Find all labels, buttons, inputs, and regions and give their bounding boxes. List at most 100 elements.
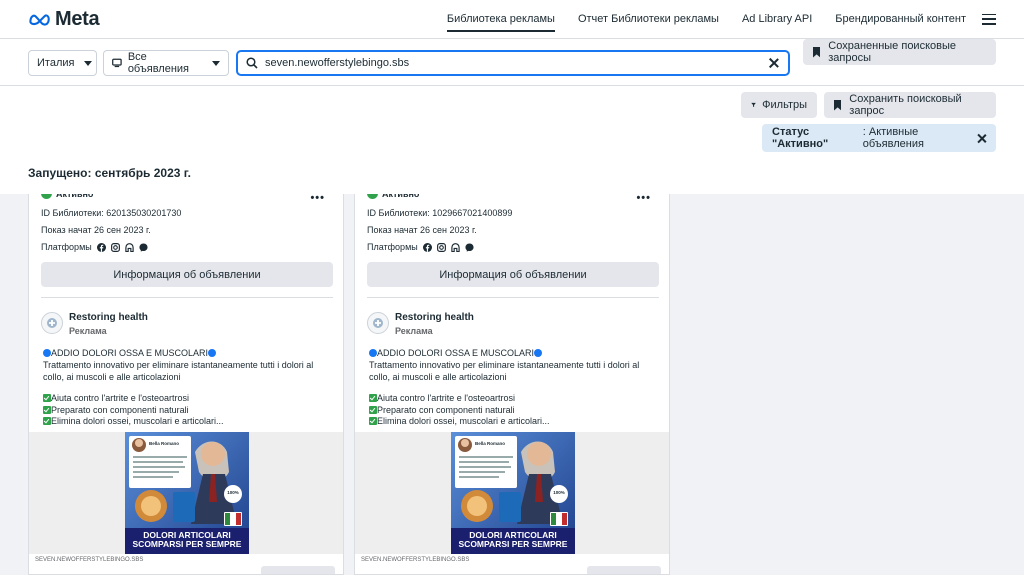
more-options-icon[interactable]: ••• bbox=[310, 194, 325, 204]
nav-ad-library[interactable]: Библиотека рекламы bbox=[446, 0, 556, 38]
creative-name: Bella Romano bbox=[475, 441, 506, 446]
meta-logo[interactable]: Meta bbox=[28, 8, 100, 31]
more-options-icon[interactable]: ••• bbox=[636, 194, 651, 204]
chip-key: Статус "Активно" bbox=[772, 126, 829, 150]
sponsored-label: Реклама bbox=[69, 326, 107, 336]
country-select[interactable]: Италия bbox=[28, 50, 97, 76]
ad-bullet-text: Aiuta contro l'artrite e l'osteoartrosi bbox=[51, 393, 189, 403]
cta-button[interactable] bbox=[261, 566, 335, 574]
check-icon bbox=[43, 394, 51, 402]
top-nav: Meta Библиотека рекламы Отчет Библиотеки… bbox=[0, 0, 1024, 38]
start-date: Показ начат 26 сен 2023 г. bbox=[41, 225, 151, 235]
remove-filter-icon[interactable] bbox=[976, 133, 986, 144]
ad-bullet: Preparato con componenti naturali bbox=[369, 405, 661, 417]
check-icon bbox=[43, 405, 51, 414]
ad-creative-image[interactable]: DOLORI ARTICOLARI SCOMPARSI PER SEMPRE 1… bbox=[125, 432, 249, 554]
start-date: Показ начат 26 сен 2023 г. bbox=[367, 225, 477, 235]
bookmark-icon bbox=[813, 46, 821, 58]
ad-card: Активно ••• ID Библиотеки: 6201350302017… bbox=[28, 194, 344, 575]
ad-bullet: Elimina dolori ossei, muscolari e artico… bbox=[43, 416, 335, 428]
advertiser-name[interactable]: Restoring health bbox=[395, 312, 474, 323]
advertiser-avatar[interactable] bbox=[367, 312, 389, 334]
nav-branded-content[interactable]: Брендированный контент bbox=[835, 0, 966, 38]
filters-button[interactable]: Фильтры bbox=[741, 92, 817, 118]
creative-badge: 100% bbox=[227, 490, 239, 495]
ad-details-button[interactable]: Информация об объявлении bbox=[41, 262, 333, 287]
ad-bullet: Aiuta contro l'artrite e l'osteoartrosi bbox=[369, 393, 661, 405]
check-icon bbox=[369, 394, 377, 402]
ad-card: Активно ••• ID Библиотеки: 1029667021400… bbox=[354, 194, 670, 575]
menu-icon[interactable] bbox=[982, 13, 996, 25]
platforms-row: Платформы bbox=[367, 242, 474, 252]
filters-label: Фильтры bbox=[762, 99, 807, 111]
creative-caption: DOLORI ARTICOLARI SCOMPARSI PER SEMPRE bbox=[125, 531, 249, 549]
clear-search-icon[interactable] bbox=[768, 57, 780, 69]
creative-caption: DOLORI ARTICOLARI SCOMPARSI PER SEMPRE bbox=[451, 531, 575, 549]
advertiser-name[interactable]: Restoring health bbox=[69, 312, 148, 323]
ad-creative-image[interactable]: DOLORI ARTICOLARI SCOMPARSI PER SEMPRE 1… bbox=[451, 432, 575, 554]
sponsored-label: Реклама bbox=[395, 326, 433, 336]
save-search-button[interactable]: Сохранить поисковый запрос bbox=[824, 92, 996, 118]
creative-name: Bella Romano bbox=[149, 441, 180, 446]
messenger-icon bbox=[139, 242, 148, 252]
ad-bullet-list: Aiuta contro l'artrite e l'osteoartrosi … bbox=[369, 393, 661, 428]
ad-bullet-text: Elimina dolori ossei, muscolari e artico… bbox=[51, 416, 224, 426]
blue-circle-icon bbox=[43, 349, 51, 357]
creative-caption-line-2: SCOMPARSI PER SEMPRE bbox=[458, 539, 568, 549]
creative-badge: 100% bbox=[553, 490, 565, 495]
saved-searches-button[interactable]: Сохраненные поисковые запросы bbox=[803, 39, 996, 65]
audience-network-icon bbox=[125, 242, 134, 252]
advertiser-avatar[interactable] bbox=[41, 312, 63, 334]
country-select-value: Италия bbox=[37, 57, 75, 69]
chevron-down-icon bbox=[84, 60, 93, 66]
meta-logo-icon bbox=[29, 14, 50, 26]
nav-ad-library-api[interactable]: Ad Library API bbox=[742, 0, 812, 38]
check-icon bbox=[369, 405, 377, 414]
status-label: Активно bbox=[382, 194, 419, 199]
ad-bullet-list: Aiuta contro l'artrite e l'osteoartrosi … bbox=[43, 393, 335, 428]
ad-domain: SEVEN.NEWOFFERSTYLEBINGO.SBS bbox=[35, 557, 144, 563]
creative-caption-line-2: SCOMPARSI PER SEMPRE bbox=[132, 539, 242, 549]
messenger-icon bbox=[465, 242, 474, 252]
active-status-filter-chip: Статус "Активно" : Активные объявления bbox=[762, 124, 996, 152]
platforms-label: Платформы bbox=[41, 242, 92, 252]
ad-bullet: Elimina dolori ossei, muscolari e artico… bbox=[369, 416, 661, 428]
audience-network-icon bbox=[451, 242, 460, 252]
ad-domain: SEVEN.NEWOFFERSTYLEBINGO.SBS bbox=[361, 557, 470, 563]
search-box[interactable] bbox=[236, 50, 790, 76]
blue-circle-icon bbox=[534, 349, 543, 357]
chip-value: : Активные объявления bbox=[862, 126, 924, 150]
instagram-icon bbox=[110, 242, 120, 252]
facebook-icon bbox=[422, 242, 432, 252]
active-status-icon bbox=[41, 194, 52, 199]
ad-category-select[interactable]: Все объявления bbox=[103, 50, 229, 76]
cta-button[interactable] bbox=[587, 566, 661, 574]
ad-bullet-text: Preparato con componenti naturali bbox=[377, 404, 515, 415]
search-input[interactable] bbox=[265, 57, 768, 69]
blue-circle-icon bbox=[369, 349, 377, 357]
ad-bullet: Aiuta contro l'artrite e l'osteoartrosi bbox=[43, 393, 335, 405]
status-badge: Активно bbox=[41, 194, 93, 199]
save-search-label: Сохранить поисковый запрос bbox=[849, 93, 962, 117]
saved-searches-label: Сохраненные поисковые запросы bbox=[828, 40, 957, 64]
card-divider bbox=[41, 297, 333, 298]
ad-media: DOLORI ARTICOLARI SCOMPARSI PER SEMPRE 1… bbox=[29, 432, 343, 554]
ad-details-button[interactable]: Информация об объявлении bbox=[367, 262, 659, 287]
health-logo-icon bbox=[373, 318, 383, 328]
ad-bullet: Preparato con componenti naturali bbox=[43, 405, 335, 417]
card-divider bbox=[367, 297, 659, 298]
filter-icon bbox=[751, 102, 756, 108]
launched-heading: Запущено: сентябрь 2023 г. bbox=[28, 166, 191, 180]
ad-bullet-text: Aiuta contro l'artrite e l'osteoartrosi bbox=[377, 393, 515, 403]
nav-ad-library-report[interactable]: Отчет Библиотеки рекламы bbox=[578, 0, 719, 38]
ad-headline: ADDIO DOLORI OSSA E MUSCOLARI bbox=[43, 348, 335, 360]
ad-bullet-text: Elimina dolori ossei, muscolari e artico… bbox=[377, 416, 550, 426]
ad-body: Trattamento innovativo per eliminare ist… bbox=[43, 360, 314, 382]
chevron-down-icon bbox=[212, 60, 220, 66]
blue-circle-icon bbox=[208, 349, 217, 357]
platforms-label: Платформы bbox=[367, 242, 418, 252]
search-icon bbox=[246, 57, 258, 69]
health-logo-icon bbox=[47, 318, 57, 328]
monitor-icon bbox=[112, 58, 122, 68]
ad-headline-text: ADDIO DOLORI OSSA E MUSCOLARI bbox=[51, 348, 209, 358]
